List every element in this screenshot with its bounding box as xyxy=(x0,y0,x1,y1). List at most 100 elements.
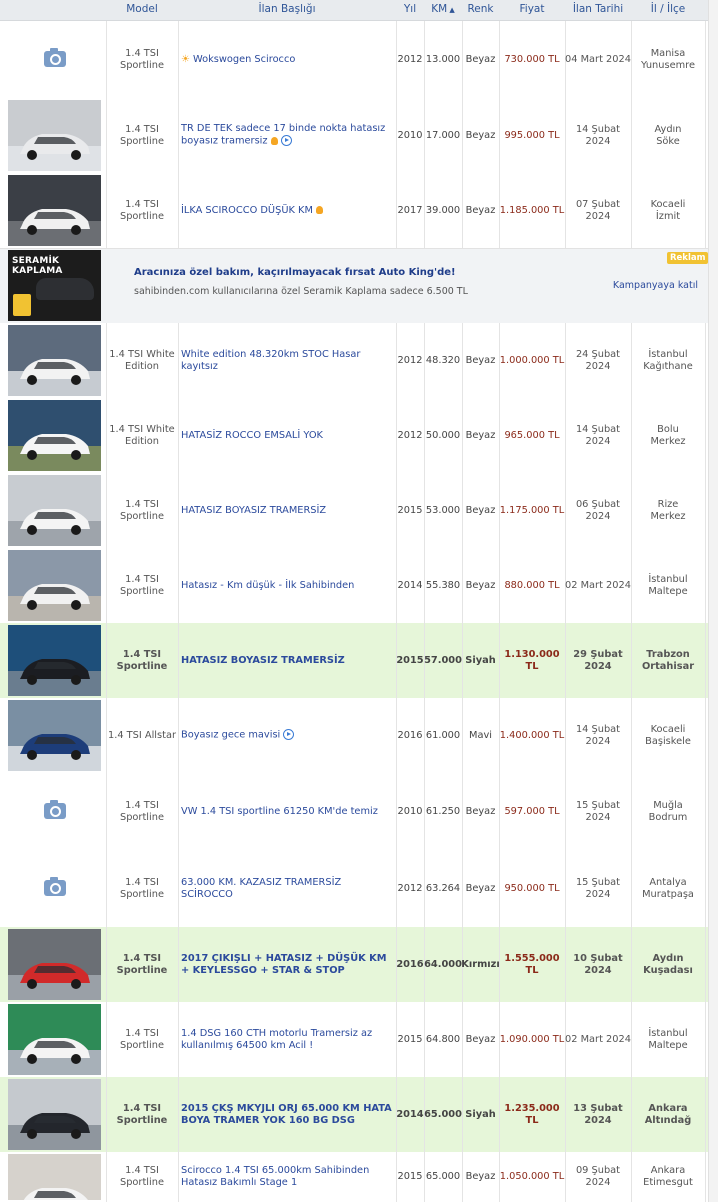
video-play-icon[interactable] xyxy=(283,729,295,741)
listing-title-text[interactable]: İLKA SCIROCCO DÜŞÜK KM xyxy=(181,205,313,216)
listing-title-text[interactable]: White edition 48.320km STOC Hasar kayıts… xyxy=(181,349,360,372)
listing-title-link[interactable]: HATASIZ BOYASIZ TRAMERSİZ xyxy=(181,505,326,517)
ad-image[interactable]: SERAMİK KAPLAMA xyxy=(8,250,101,321)
km-cell: 65.000 xyxy=(424,1152,462,1202)
year-cell-text: 2012 xyxy=(397,429,423,441)
title-cell[interactable]: 2015 ÇKŞ MKYJLI ORJ 65.000 KM HATA BOYA … xyxy=(178,1077,396,1152)
title-cell[interactable]: HATASIZ BOYASIZ TRAMERSİZ xyxy=(178,473,396,548)
header-year[interactable]: Yıl xyxy=(396,0,424,20)
table-row[interactable]: 1.4 TSI Sportline 2017 ÇIKIŞLI + HATASIZ … xyxy=(0,927,718,1003)
listing-title-link[interactable]: TR DE TEK sadece 17 binde nokta hatasız … xyxy=(181,123,393,148)
header-title[interactable]: İlan Başlığı xyxy=(178,0,396,20)
model-cell: 1.4 TSI Sportline xyxy=(106,1152,178,1202)
table-row[interactable]: 1.4 TSI Sportline TR DE TEK sadece 17 bin… xyxy=(0,98,718,174)
listing-title-text[interactable]: 1.4 DSG 160 CTH motorlu Tramersiz az kul… xyxy=(181,1028,372,1051)
listing-title-link[interactable]: Hatasız - Km düşük - İlk Sahibinden xyxy=(181,580,354,592)
title-cell[interactable]: HATASİZ ROCCO EMSALİ YOK xyxy=(178,398,396,473)
table-row[interactable]: 1.4 TSI Sportline VW 1.4 TSI sportline 61… xyxy=(0,773,718,851)
location-cell: Rize Merkez xyxy=(631,473,705,548)
table-row[interactable]: 1.4 TSI Sportline Scirocco 1.4 TSI 65.000… xyxy=(0,1152,718,1202)
listing-title-link[interactable]: VW 1.4 TSI sportline 61250 KM'de temiz xyxy=(181,806,378,818)
table-header: Model İlan Başlığı Yıl KM Renk Fiyat İla… xyxy=(0,0,718,21)
title-cell[interactable]: VW 1.4 TSI sportline 61250 KM'de temiz xyxy=(178,773,396,850)
listing-thumbnail[interactable] xyxy=(8,929,101,1000)
listing-title-text[interactable]: HATASIZ BOYASIZ TRAMERSİZ xyxy=(181,505,326,516)
table-row[interactable]: 1.4 TSI Sportline 63.000 KM. KAZASIZ TRAM… xyxy=(0,850,718,928)
km-cell-text: 50.000 xyxy=(425,429,461,441)
price-cell-text: 1.185.000 TL xyxy=(499,204,565,216)
listing-thumbnail[interactable] xyxy=(8,475,101,546)
listing-title-text[interactable]: 2017 ÇIKIŞLI + HATASIZ + DÜŞÜK KM + KEYL… xyxy=(181,953,387,976)
table-row[interactable]: 1.4 TSI White Edition HATASİZ ROCCO EMSAL… xyxy=(0,398,718,474)
table-row[interactable]: 1.4 TSI Sportline Hatasız - Km düşük - İl… xyxy=(0,548,718,624)
listing-thumbnail[interactable] xyxy=(8,400,101,471)
title-cell[interactable]: 1.4 DSG 160 CTH motorlu Tramersiz az kul… xyxy=(178,1002,396,1077)
table-row[interactable]: 1.4 TSI Sportline İLKA SCIROCCO DÜŞÜK KM 2… xyxy=(0,173,718,249)
listing-title-link[interactable]: HATASIZ BOYASIZ TRAMERSİZ xyxy=(181,655,345,667)
listing-title-text[interactable]: Boyasız gece mavisi xyxy=(181,730,280,741)
header-color[interactable]: Renk xyxy=(462,0,499,20)
listing-thumbnail[interactable] xyxy=(8,1154,101,1200)
title-cell[interactable]: TR DE TEK sadece 17 binde nokta hatasız … xyxy=(178,98,396,173)
listing-title-text[interactable]: 63.000 KM. KAZASIZ TRAMERSİZ SCİROCCO xyxy=(181,877,341,900)
title-cell[interactable]: Scirocco 1.4 TSI 65.000km Sahibinden Hat… xyxy=(178,1152,396,1202)
listing-title-text[interactable]: Hatasız - Km düşük - İlk Sahibinden xyxy=(181,580,354,591)
table-row[interactable]: 1.4 TSI Sportline HATASIZ BOYASIZ TRAMERS… xyxy=(0,473,718,549)
title-cell[interactable]: Hatasız - Km düşük - İlk Sahibinden xyxy=(178,548,396,623)
location-cell: Manisa Yunusemre xyxy=(631,21,705,98)
header-date[interactable]: İlan Tarihi xyxy=(565,0,631,20)
location-cell: Kocaeli Başiskele xyxy=(631,698,705,773)
title-cell[interactable]: HATASIZ BOYASIZ TRAMERSİZ xyxy=(178,623,396,698)
video-play-icon[interactable] xyxy=(280,135,292,147)
listing-title-link[interactable]: İLKA SCIROCCO DÜŞÜK KM xyxy=(181,205,323,217)
listing-title-link[interactable]: 63.000 KM. KAZASIZ TRAMERSİZ SCİROCCO xyxy=(181,877,393,901)
header-location[interactable]: İl / İlçe xyxy=(631,0,705,20)
table-row[interactable]: 1.4 TSI Sportline ☀ Wokswogen Scirocco 2012… xyxy=(0,21,718,99)
location-city: İstanbul xyxy=(648,348,688,360)
listing-title-link[interactable]: Boyasız gece mavisi xyxy=(181,729,295,742)
listing-thumbnail[interactable] xyxy=(8,1004,101,1075)
listing-title-text[interactable]: HATASIZ BOYASIZ TRAMERSİZ xyxy=(181,655,345,666)
listing-thumbnail[interactable] xyxy=(8,550,101,621)
ad-campaign-link[interactable]: Kampanyaya katıl xyxy=(613,280,698,291)
title-cell[interactable]: White edition 48.320km STOC Hasar kayıts… xyxy=(178,323,396,398)
title-cell[interactable]: 2017 ÇIKIŞLI + HATASIZ + DÜŞÜK KM + KEYL… xyxy=(178,927,396,1002)
year-cell: 2010 xyxy=(396,773,424,850)
listing-title-link[interactable]: White edition 48.320km STOC Hasar kayıts… xyxy=(181,349,393,373)
listing-title-link[interactable]: 2017 ÇIKIŞLI + HATASIZ + DÜŞÜK KM + KEYL… xyxy=(181,953,393,977)
color-cell: Beyaz xyxy=(462,21,499,98)
listing-title-text[interactable]: 2015 ÇKŞ MKYJLI ORJ 65.000 KM HATA BOYA … xyxy=(181,1103,392,1126)
listing-thumbnail[interactable] xyxy=(8,325,101,396)
listing-title-text[interactable]: Wokswogen Scirocco xyxy=(193,54,295,65)
listing-title-link[interactable]: ☀ Wokswogen Scirocco xyxy=(181,54,295,66)
listing-thumbnail[interactable] xyxy=(8,1079,101,1150)
listing-photo xyxy=(8,475,101,546)
header-km[interactable]: KM xyxy=(424,0,462,20)
header-model[interactable]: Model xyxy=(106,0,178,20)
title-cell[interactable]: İLKA SCIROCCO DÜŞÜK KM xyxy=(178,173,396,248)
listing-thumbnail[interactable] xyxy=(8,700,101,771)
table-row[interactable]: 1.4 TSI White Edition White edition 48.32… xyxy=(0,323,718,399)
ad-banner[interactable]: SERAMİK KAPLAMA Aracınıza özel bakım, kaç… xyxy=(0,248,718,324)
table-row[interactable]: 1.4 TSI Sportline 1.4 DSG 160 CTH motorlu… xyxy=(0,1002,718,1078)
table-row[interactable]: 1.4 TSI Allstar Boyasız gece mavisi 2016 61… xyxy=(0,698,718,774)
listing-title-link[interactable]: 2015 ÇKŞ MKYJLI ORJ 65.000 KM HATA BOYA … xyxy=(181,1103,393,1127)
listing-thumbnail[interactable] xyxy=(8,175,101,246)
listing-title-link[interactable]: 1.4 DSG 160 CTH motorlu Tramersiz az kul… xyxy=(181,1028,393,1052)
title-cell[interactable]: Boyasız gece mavisi xyxy=(178,698,396,773)
listing-thumbnail[interactable] xyxy=(8,625,101,696)
model-cell: 1.4 TSI Sportline xyxy=(106,850,178,927)
title-cell[interactable]: 63.000 KM. KAZASIZ TRAMERSİZ SCİROCCO xyxy=(178,850,396,927)
listing-title-link[interactable]: HATASİZ ROCCO EMSALİ YOK xyxy=(181,430,323,442)
listing-thumbnail[interactable] xyxy=(8,100,101,171)
ad-title[interactable]: Aracınıza özel bakım, kaçırılmayacak fır… xyxy=(134,267,456,278)
listing-title-text[interactable]: HATASİZ ROCCO EMSALİ YOK xyxy=(181,430,323,441)
header-price[interactable]: Fiyat xyxy=(499,0,565,20)
listing-title-text[interactable]: VW 1.4 TSI sportline 61250 KM'de temiz xyxy=(181,806,378,817)
listing-title-link[interactable]: Scirocco 1.4 TSI 65.000km Sahibinden Hat… xyxy=(181,1165,393,1189)
listing-title-text[interactable]: Scirocco 1.4 TSI 65.000km Sahibinden Hat… xyxy=(181,1165,369,1188)
table-row[interactable]: 1.4 TSI Sportline HATASIZ BOYASIZ TRAMERS… xyxy=(0,623,718,699)
title-cell[interactable]: ☀ Wokswogen Scirocco xyxy=(178,21,396,98)
table-row[interactable]: 1.4 TSI Sportline 2015 ÇKŞ MKYJLI ORJ 65.… xyxy=(0,1077,718,1153)
scrollbar[interactable] xyxy=(708,0,718,1202)
